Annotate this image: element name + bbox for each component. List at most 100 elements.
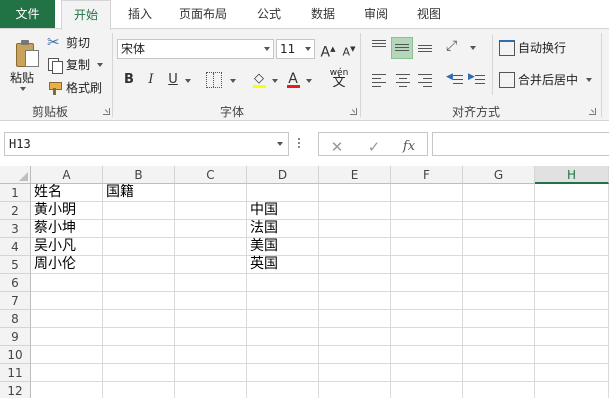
increase-indent-button[interactable]: ▶ bbox=[468, 71, 486, 89]
cell-b9[interactable] bbox=[103, 328, 175, 346]
alignment-launcher-icon[interactable] bbox=[589, 108, 596, 115]
cell-d12[interactable] bbox=[247, 382, 319, 398]
cell-g5[interactable] bbox=[463, 256, 535, 274]
cell-g3[interactable] bbox=[463, 220, 535, 238]
cell-h9[interactable] bbox=[535, 328, 609, 346]
font-color-dropdown-icon[interactable] bbox=[306, 79, 312, 83]
cell-d2[interactable]: 中国 bbox=[247, 202, 319, 220]
cell-f3[interactable] bbox=[391, 220, 463, 238]
orientation-button[interactable]: ⤢ bbox=[446, 38, 466, 56]
cell-e5[interactable] bbox=[319, 256, 391, 274]
cell-a5[interactable]: 周小伦 bbox=[31, 256, 103, 274]
column-header-c[interactable]: C bbox=[175, 166, 247, 184]
cell-f6[interactable] bbox=[391, 274, 463, 292]
cell-b4[interactable] bbox=[103, 238, 175, 256]
row-header-11[interactable]: 11 bbox=[0, 364, 31, 382]
row-header-4[interactable]: 4 bbox=[0, 238, 31, 256]
cell-f9[interactable] bbox=[391, 328, 463, 346]
cell-h5[interactable] bbox=[535, 256, 609, 274]
cell-a3[interactable]: 蔡小坤 bbox=[31, 220, 103, 238]
cell-a8[interactable] bbox=[31, 310, 103, 328]
select-all-button[interactable] bbox=[0, 166, 31, 184]
cell-d1[interactable] bbox=[247, 184, 319, 202]
column-header-a[interactable]: A bbox=[31, 166, 103, 184]
cell-b2[interactable] bbox=[103, 202, 175, 220]
column-header-b[interactable]: B bbox=[103, 166, 175, 184]
column-header-e[interactable]: E bbox=[319, 166, 391, 184]
cell-e6[interactable] bbox=[319, 274, 391, 292]
cell-g11[interactable] bbox=[463, 364, 535, 382]
cell-h1[interactable] bbox=[535, 184, 609, 202]
cell-d10[interactable] bbox=[247, 346, 319, 364]
cell-c9[interactable] bbox=[175, 328, 247, 346]
cut-button[interactable]: 剪切 bbox=[47, 33, 90, 51]
cell-h7[interactable] bbox=[535, 292, 609, 310]
cell-d7[interactable] bbox=[247, 292, 319, 310]
wrap-text-button[interactable]: 自动换行 bbox=[499, 39, 566, 56]
column-header-d[interactable]: D bbox=[247, 166, 319, 184]
cell-h8[interactable] bbox=[535, 310, 609, 328]
cell-e7[interactable] bbox=[319, 292, 391, 310]
fill-color-dropdown-icon[interactable] bbox=[272, 79, 278, 83]
cell-b7[interactable] bbox=[103, 292, 175, 310]
row-header-7[interactable]: 7 bbox=[0, 292, 31, 310]
cell-b6[interactable] bbox=[103, 274, 175, 292]
cell-a7[interactable] bbox=[31, 292, 103, 310]
row-header-6[interactable]: 6 bbox=[0, 274, 31, 292]
cell-c12[interactable] bbox=[175, 382, 247, 398]
cell-f1[interactable] bbox=[391, 184, 463, 202]
paste-button[interactable]: 粘贴 bbox=[4, 32, 40, 94]
align-left-button[interactable] bbox=[370, 71, 388, 89]
tab-view[interactable]: 视图 bbox=[408, 0, 450, 29]
cell-g6[interactable] bbox=[463, 274, 535, 292]
row-header-3[interactable]: 3 bbox=[0, 220, 31, 238]
cell-a2[interactable]: 黄小明 bbox=[31, 202, 103, 220]
cell-e8[interactable] bbox=[319, 310, 391, 328]
cell-c11[interactable] bbox=[175, 364, 247, 382]
borders-dropdown-icon[interactable] bbox=[230, 79, 236, 83]
cell-c8[interactable] bbox=[175, 310, 247, 328]
cell-e2[interactable] bbox=[319, 202, 391, 220]
row-header-12[interactable]: 12 bbox=[0, 382, 31, 398]
cell-c4[interactable] bbox=[175, 238, 247, 256]
tab-data[interactable]: 数据 bbox=[302, 0, 344, 29]
format-painter-button[interactable]: 格式刷 bbox=[47, 79, 102, 96]
cell-d4[interactable]: 美国 bbox=[247, 238, 319, 256]
cell-g9[interactable] bbox=[463, 328, 535, 346]
column-header-h[interactable]: H bbox=[535, 166, 609, 184]
formula-bar-grip[interactable] bbox=[298, 138, 301, 150]
cell-a1[interactable]: 姓名 bbox=[31, 184, 103, 202]
cell-e10[interactable] bbox=[319, 346, 391, 364]
row-header-9[interactable]: 9 bbox=[0, 328, 31, 346]
cell-g10[interactable] bbox=[463, 346, 535, 364]
cell-e9[interactable] bbox=[319, 328, 391, 346]
cell-a9[interactable] bbox=[31, 328, 103, 346]
cell-f10[interactable] bbox=[391, 346, 463, 364]
shrink-font-button[interactable]: A▼ bbox=[340, 39, 358, 59]
name-box[interactable]: H13 bbox=[4, 132, 289, 156]
font-size-select[interactable]: 11 bbox=[276, 39, 315, 59]
row-header-1[interactable]: 1 bbox=[0, 184, 31, 202]
cell-b5[interactable] bbox=[103, 256, 175, 274]
cell-h12[interactable] bbox=[535, 382, 609, 398]
cell-f4[interactable] bbox=[391, 238, 463, 256]
cell-e4[interactable] bbox=[319, 238, 391, 256]
column-header-g[interactable]: G bbox=[463, 166, 535, 184]
cell-c6[interactable] bbox=[175, 274, 247, 292]
cell-g7[interactable] bbox=[463, 292, 535, 310]
tab-page-layout[interactable]: 页面布局 bbox=[170, 0, 236, 29]
cell-c1[interactable] bbox=[175, 184, 247, 202]
cell-b12[interactable] bbox=[103, 382, 175, 398]
cell-c5[interactable] bbox=[175, 256, 247, 274]
italic-button[interactable]: I bbox=[142, 70, 160, 90]
bold-button[interactable]: B bbox=[120, 70, 138, 90]
cell-d9[interactable] bbox=[247, 328, 319, 346]
cell-h10[interactable] bbox=[535, 346, 609, 364]
cell-d6[interactable] bbox=[247, 274, 319, 292]
cell-e12[interactable] bbox=[319, 382, 391, 398]
row-header-8[interactable]: 8 bbox=[0, 310, 31, 328]
cell-h2[interactable] bbox=[535, 202, 609, 220]
cell-f7[interactable] bbox=[391, 292, 463, 310]
cell-c3[interactable] bbox=[175, 220, 247, 238]
formula-input[interactable] bbox=[432, 132, 609, 156]
